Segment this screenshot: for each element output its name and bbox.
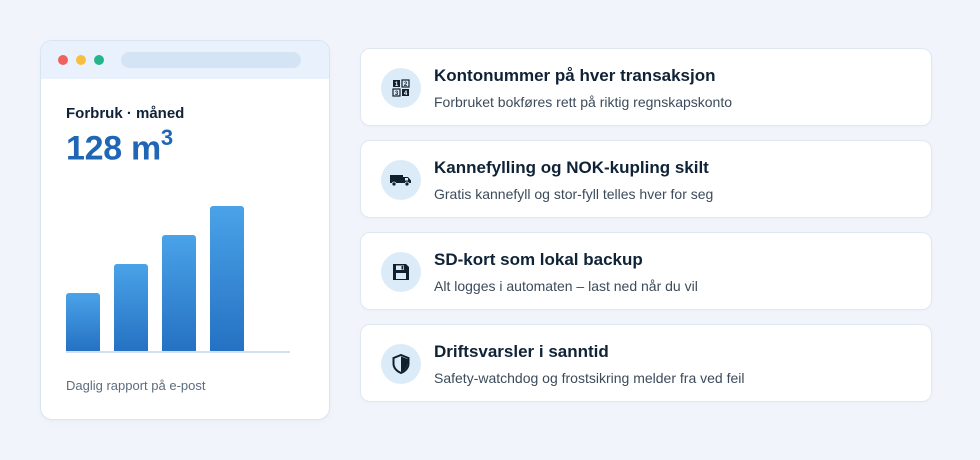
feature-title: Driftsvarsler i sanntid [434,342,609,361]
feature-description: Forbruket bokføres rett på riktig regnsk… [434,94,733,110]
feature-title: SD-kort som lokal backup [434,250,643,269]
shield-icon [381,344,421,384]
usage-card: Forbruk · måned 128 m3 Daglig rapport på… [40,40,330,420]
minimize-dot [76,55,86,65]
floppy-disk-icon [381,252,421,292]
window-titlebar [41,41,329,79]
chart-bar [66,293,100,351]
feature-description: Safety-watchdog og frostsikring melder f… [434,370,745,386]
usage-label: Forbruk · måned [66,105,185,122]
close-dot [58,55,68,65]
truck-icon [381,160,421,200]
feature-title: Kannefylling og NOK-kupling skilt [434,158,709,177]
chart-bar [162,235,196,351]
feature-card-refill: Kannefylling og NOK-kupling skilt Gratis… [360,140,932,218]
maximize-dot [94,55,104,65]
report-note: Daglig rapport på e-post [66,378,206,393]
chart-bar [114,264,148,351]
feature-description: Alt logges i automaten – last ned når du… [434,278,698,294]
feature-card-alerts: Driftsvarsler i sanntid Safety-watchdog … [360,324,932,402]
address-bar [121,52,301,68]
feature-card-sd-backup: SD-kort som lokal backup Alt logges i au… [360,232,932,310]
feature-title: Kontonummer på hver transaksjon [434,66,716,85]
feature-card-account-number: 1 2 3 4 Kontonummer på hver transaksjon … [360,48,932,126]
usage-value-exponent: 3 [160,125,173,150]
chart-baseline [66,351,290,353]
numbers-icon: 1 2 3 4 [381,68,421,108]
chart-bar [210,206,244,351]
feature-description: Gratis kannefyll og stor-fyll telles hve… [434,186,714,202]
usage-value-number: 128 m [66,129,161,168]
usage-bar-chart [66,191,292,353]
usage-value: 128 m3 [66,125,173,168]
